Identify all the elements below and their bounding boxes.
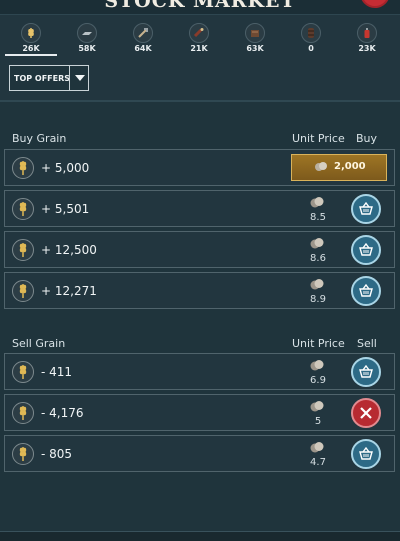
offer-quantity: - 4,176: [41, 406, 84, 420]
basket-icon: [359, 284, 373, 297]
unit-price: 4.7: [310, 457, 326, 468]
basket-icon: [359, 202, 373, 215]
resource-tab-wine[interactable]: 21K: [171, 15, 227, 57]
grain-icon: [12, 198, 34, 220]
buy-unit-price-header: Unit Price: [292, 132, 345, 145]
unit-price: 8.5: [310, 212, 326, 223]
buy-offer-row-featured: + 5,000 2,000: [4, 149, 395, 186]
resource-amount: 26K: [22, 44, 40, 53]
grain-icon: [12, 239, 34, 261]
resource-tab-furniture[interactable]: 63K: [227, 15, 283, 57]
resource-amount: 64K: [134, 44, 152, 53]
sell-action-header: Sell: [357, 337, 377, 350]
grain-icon: [12, 157, 34, 179]
resource-tab-iron[interactable]: 58K: [59, 15, 115, 57]
sell-offer-row: - 805 4.7: [4, 435, 395, 472]
resource-tab-grain[interactable]: 26K: [3, 15, 59, 57]
resource-tab-tools[interactable]: 64K: [115, 15, 171, 57]
grain-icon: [12, 443, 34, 465]
buy-offer-row: + 12,500 8.6: [4, 231, 395, 268]
cancel-offer-button[interactable]: [351, 398, 381, 428]
sell-button[interactable]: [351, 357, 381, 387]
dropdown-divider: [69, 66, 70, 90]
sell-offer-row: - 411 6.9: [4, 353, 395, 390]
buy-button[interactable]: [351, 276, 381, 306]
coins-icon: [310, 360, 324, 371]
coins-icon: [310, 401, 324, 412]
resource-tab-barrel[interactable]: 0: [283, 15, 339, 57]
iron-icon: [77, 23, 97, 43]
offer-quantity: - 411: [41, 365, 73, 379]
buy-all-button[interactable]: 2,000: [291, 154, 387, 181]
resource-tab-lantern[interactable]: 23K: [339, 15, 395, 57]
basket-icon: [359, 243, 373, 256]
buy-offer-row: + 5,501 8.5: [4, 190, 395, 227]
basket-icon: [359, 365, 373, 378]
resource-tabs: 26K 58K 64K 21K 63K 0 23K: [0, 14, 400, 57]
coins-icon: [315, 162, 327, 171]
coins-icon: [310, 279, 324, 290]
grain-icon: [21, 23, 41, 43]
coins-icon: [310, 442, 324, 453]
unit-price: 8.9: [310, 294, 326, 305]
offer-quantity: + 12,271: [41, 284, 97, 298]
filter-toolbar: TOP OFFERS: [0, 56, 400, 102]
sell-unit-price-header: Unit Price: [292, 337, 345, 350]
coins-icon: [310, 197, 324, 208]
offer-quantity: - 805: [41, 447, 73, 461]
title-bar: STOCK MARKET: [0, 0, 400, 14]
dropdown-label: TOP OFFERS: [14, 74, 71, 83]
unit-price: 6.9: [310, 375, 326, 386]
basket-icon: [359, 447, 373, 460]
wine-icon: [189, 23, 209, 43]
tools-icon: [133, 23, 153, 43]
resource-amount: 21K: [190, 44, 208, 53]
close-icon: [360, 407, 372, 419]
buy-button[interactable]: [351, 194, 381, 224]
resource-amount: 23K: [358, 44, 376, 53]
page-title: STOCK MARKET: [104, 0, 296, 12]
lantern-icon: [357, 23, 377, 43]
sell-offer-row-own: - 4,176 5: [4, 394, 395, 431]
buy-action-header: Buy: [356, 132, 378, 145]
offer-filter-dropdown[interactable]: TOP OFFERS: [9, 65, 89, 91]
chevron-down-icon: [75, 75, 85, 81]
grain-icon: [12, 361, 34, 383]
resource-amount: 63K: [246, 44, 264, 53]
furniture-icon: [245, 23, 265, 43]
grain-icon: [12, 280, 34, 302]
buy-button[interactable]: [351, 235, 381, 265]
buy-offer-row: + 12,271 8.9: [4, 272, 395, 309]
buy-all-price: 2,000: [334, 161, 366, 172]
resource-amount: 0: [308, 44, 314, 53]
sell-section-title: Sell Grain: [12, 337, 66, 350]
offer-quantity: + 5,000: [41, 161, 90, 175]
unit-price: 8.6: [310, 253, 326, 264]
coins-icon: [310, 238, 324, 249]
resource-amount: 58K: [78, 44, 96, 53]
grain-icon: [12, 402, 34, 424]
unit-price: 5: [314, 416, 322, 427]
offer-quantity: + 12,500: [41, 243, 97, 257]
barrel-icon: [301, 23, 321, 43]
sell-button[interactable]: [351, 439, 381, 469]
offer-quantity: + 5,501: [41, 202, 90, 216]
buy-section-title: Buy Grain: [12, 132, 67, 145]
